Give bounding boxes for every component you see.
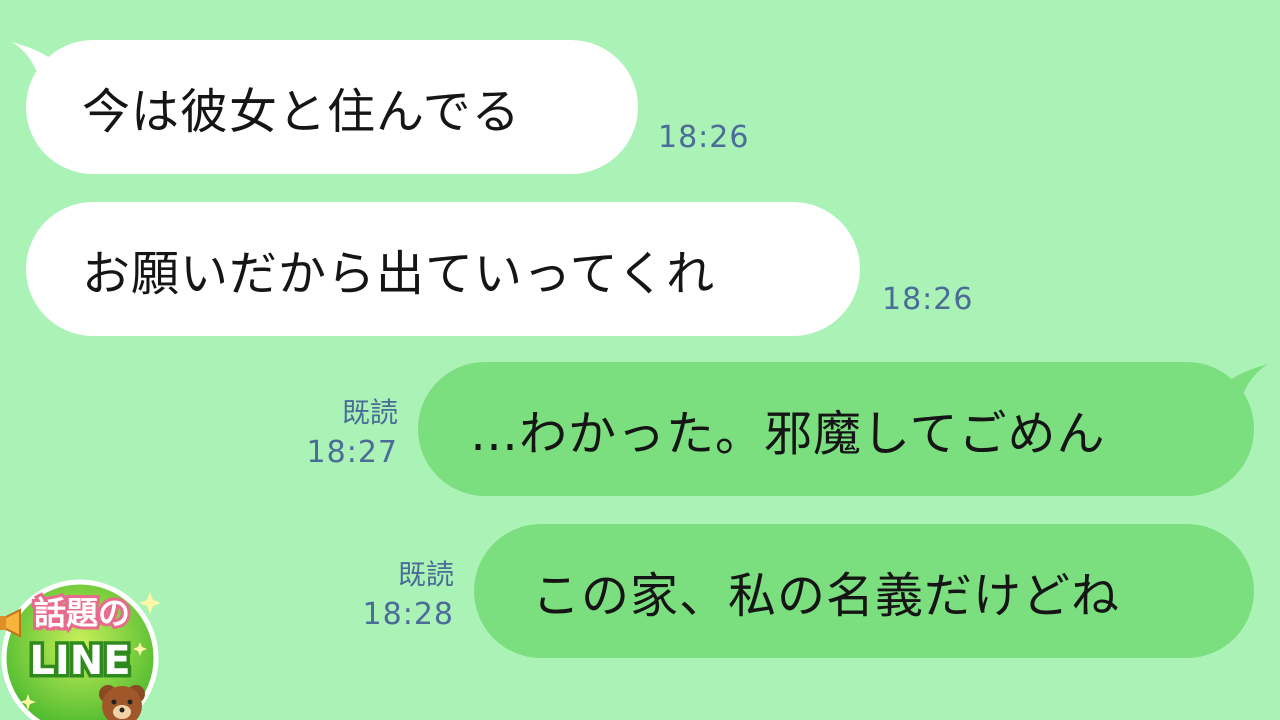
message-timestamp: 18:26 — [882, 282, 974, 317]
bubble-tail — [12, 42, 68, 90]
message-text: お願いだから出ていってくれ — [82, 246, 716, 302]
logo-brand: LINE — [29, 638, 130, 684]
message-bubble-incoming[interactable]: お願いだから出ていってくれ — [26, 202, 860, 336]
logo-title: 話題の — [34, 594, 130, 632]
bubble-tail — [1212, 364, 1268, 412]
message-bubble-outgoing[interactable]: この家、私の名義だけどね — [474, 524, 1254, 658]
message-text: この家、私の名義だけどね — [532, 568, 1121, 624]
bear-mascot-icon — [99, 685, 145, 720]
megaphone-icon — [0, 608, 21, 638]
message-timestamp: 18:28 — [362, 597, 454, 632]
message-timestamp: 18:26 — [658, 120, 750, 155]
message-bubble-outgoing[interactable]: …わかった。邪魔してごめん — [418, 362, 1268, 496]
message-text: 今は彼女と住んでる — [82, 84, 521, 140]
message-bubble-incoming[interactable]: 今は彼女と住んでる — [12, 40, 638, 174]
read-status: 既読 — [341, 396, 398, 429]
read-receipt: 既読 18:28 — [346, 556, 454, 636]
message-timestamp: 18:27 — [306, 435, 398, 470]
message-text: …わかった。邪魔してごめん — [470, 406, 1106, 462]
read-receipt: 既読 18:27 — [290, 394, 398, 474]
channel-logo: 話題の LINE — [0, 579, 160, 720]
read-status: 既読 — [397, 558, 454, 591]
